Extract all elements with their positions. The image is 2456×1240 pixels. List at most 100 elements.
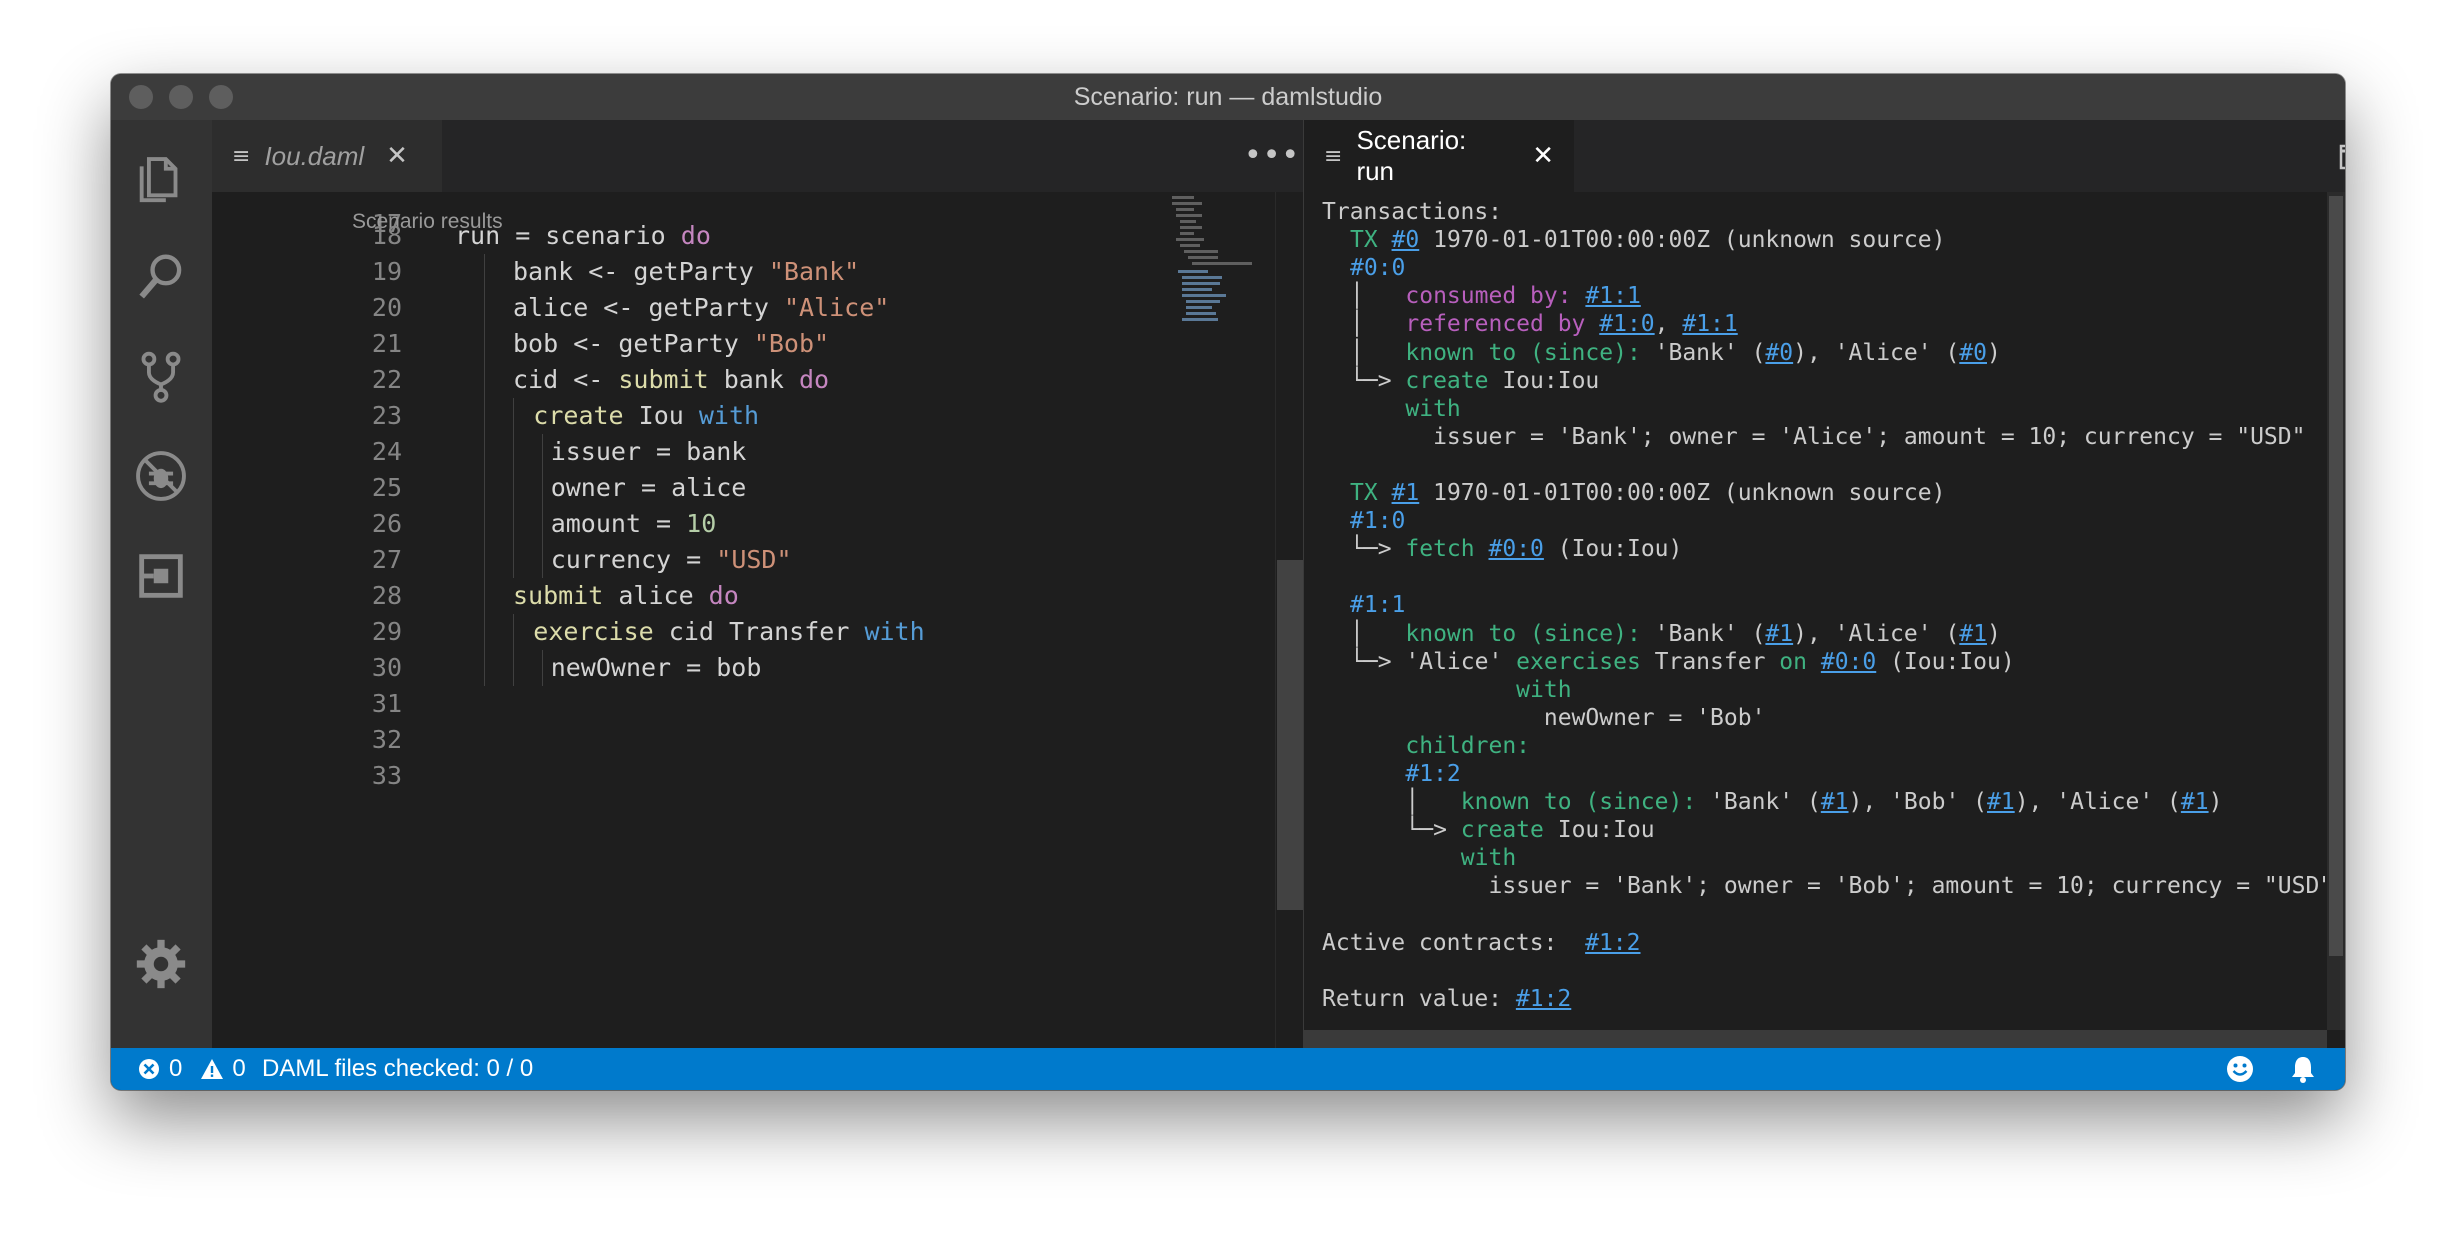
result-line: Return value: #1:2 <box>1322 985 1572 1012</box>
line-number: 26 <box>371 509 402 538</box>
window-title: Scenario: run — damlstudio <box>1073 82 1383 111</box>
contract-link[interactable]: #1 <box>1987 789 2015 815</box>
contract-link[interactable]: #0 <box>1392 227 1420 253</box>
code-text: bank <- getParty "Bank" <box>513 257 860 286</box>
file-lines-icon: ≡ <box>1324 143 1343 169</box>
minimize-window-button[interactable] <box>169 85 193 109</box>
results-horizontal-scrollbar[interactable] <box>1304 1030 2327 1048</box>
line-number: 28 <box>371 581 402 610</box>
results-scroll-thumb[interactable] <box>2329 196 2343 956</box>
line-number: 24 <box>371 437 402 466</box>
code-editor[interactable]: 17 Scenario results 18 run = scenario do 1… <box>212 192 1304 1048</box>
source-control-icon[interactable] <box>129 344 193 408</box>
line-number: 23 <box>371 401 402 430</box>
close-window-button[interactable] <box>129 85 153 109</box>
partial-line: 17 <box>371 209 402 238</box>
result-line: issuer = 'Bank'; owner = 'Alice'; amount… <box>1350 423 2306 450</box>
explorer-icon[interactable] <box>129 144 193 208</box>
contract-link[interactable]: #0:0 <box>1489 536 1544 562</box>
result-line: │ known to (since): 'Bank' (#1), 'Bob' (… <box>1350 789 2223 816</box>
result-line: └─> 'Alice' exercises Transfer on #0:0 (… <box>1350 648 2015 675</box>
contract-link[interactable]: #1:2 <box>1516 986 1571 1012</box>
tab-scenario-run[interactable]: ≡ Scenario: run ✕ <box>1304 120 1574 192</box>
line-number: 19 <box>371 257 402 286</box>
result-line: └─> create Iou:Iou <box>1350 817 1655 844</box>
right-editor-group: ≡ Scenario: run ✕ ••• Transactions:TX #0… <box>1304 120 2345 1048</box>
result-line: Transactions: <box>1322 199 1503 225</box>
editor-scroll-thumb[interactable] <box>1277 560 1303 910</box>
code-text: currency = "USD" <box>550 545 792 574</box>
left-tab-bar: ≡ Iou.daml ✕ ••• <box>212 120 1303 192</box>
close-tab-icon[interactable]: ✕ <box>1532 141 1554 171</box>
title-bar: Scenario: run — damlstudio <box>111 74 2345 120</box>
result-line: #0:0 <box>1350 255 1406 282</box>
result-line: with <box>1516 676 1572 703</box>
split-editor-icon[interactable] <box>2339 144 2345 170</box>
result-line: │ known to (since): 'Bank' (#0), 'Alice'… <box>1350 339 2001 366</box>
warning-count: 0 <box>232 1055 246 1082</box>
result-line: │ referenced by #1:0, #1:1 <box>1350 311 1738 338</box>
status-bar: 0 0 DAML files checked: 0 / 0 <box>111 1048 2345 1090</box>
result-line: TX #0 1970-01-01T00:00:00Z (unknown sour… <box>1350 227 1946 254</box>
line-number: 18 <box>371 221 402 250</box>
code-text: create Iou with <box>533 401 760 430</box>
minimap[interactable] <box>1172 194 1267 324</box>
problems-indicator[interactable]: 0 0 <box>137 1048 246 1090</box>
error-count: 0 <box>169 1055 183 1082</box>
code-text: bob <- getParty "Bob" <box>513 329 830 358</box>
result-line: │ consumed by: #1:1 <box>1350 283 1641 310</box>
result-line: children: <box>1405 732 1531 759</box>
line-number: 20 <box>371 293 402 322</box>
left-editor-group: ≡ Iou.daml ✕ ••• 17 Scenario results 18 r… <box>212 120 1304 1048</box>
error-icon <box>139 1059 159 1079</box>
contract-link[interactable]: #1 <box>1959 621 1987 647</box>
code-text: exercise cid Transfer with <box>533 617 925 646</box>
line-number: 22 <box>371 365 402 394</box>
contract-link[interactable]: #1 <box>1821 789 1849 815</box>
result-line: Active contracts: #1:2 <box>1322 929 1641 956</box>
result-line: with <box>1460 845 1517 872</box>
line-number: 33 <box>371 761 402 790</box>
code-text: run = scenario do <box>455 221 711 250</box>
extensions-icon[interactable] <box>129 544 193 608</box>
contract-link[interactable]: #1 <box>2181 789 2209 815</box>
debug-icon[interactable] <box>129 444 193 508</box>
contract-link[interactable]: #1 <box>1765 621 1793 647</box>
code-text: cid <- submit bank do <box>513 365 830 394</box>
contract-link[interactable]: #0:0 <box>1821 649 1876 675</box>
more-actions-icon[interactable]: ••• <box>1244 138 1300 173</box>
indent-guide <box>484 254 485 686</box>
result-line: #1:0 <box>1350 508 1406 535</box>
close-tab-icon[interactable]: ✕ <box>386 141 408 171</box>
indent-guide <box>542 650 543 686</box>
contract-link[interactable]: #1:0 <box>1599 311 1654 337</box>
scenario-results-view[interactable]: Transactions: TX #0 1970-01-01T00:00:00Z … <box>1304 192 2345 1012</box>
right-tab-bar: ≡ Scenario: run ✕ ••• <box>1304 120 2345 192</box>
feedback-smiley-icon[interactable] <box>2225 1048 2255 1090</box>
indent-guide <box>542 434 543 578</box>
code-text: issuer = bank <box>550 437 747 466</box>
indent-guide <box>513 398 514 578</box>
line-number: 21 <box>371 329 402 358</box>
contract-link[interactable]: #1:1 <box>1682 311 1737 337</box>
notifications-bell-icon[interactable] <box>2289 1048 2317 1090</box>
contract-link[interactable]: #1 <box>1392 480 1420 506</box>
result-line: #1:1 <box>1350 592 1406 619</box>
contract-link[interactable]: #1:2 <box>1585 930 1640 956</box>
result-line: └─> fetch #0:0 (Iou:Iou) <box>1350 536 1683 563</box>
line-number: 27 <box>371 545 402 574</box>
line-number: 31 <box>371 689 402 718</box>
contract-link[interactable]: #1:1 <box>1585 283 1640 309</box>
code-text: submit alice do <box>513 581 739 610</box>
contract-link[interactable]: #0 <box>1959 340 1987 366</box>
daml-check-status[interactable]: DAML files checked: 0 / 0 <box>262 1048 533 1090</box>
zoom-window-button[interactable] <box>209 85 233 109</box>
window-controls <box>129 85 233 109</box>
tab-label: Iou.daml <box>264 140 365 171</box>
contract-link[interactable]: #0 <box>1765 340 1793 366</box>
settings-gear-icon[interactable] <box>129 932 193 996</box>
line-number: 25 <box>371 473 402 502</box>
app-window: Scenario: run — damlstudio ≡ Iou.daml ✕ … <box>111 74 2345 1090</box>
search-icon[interactable] <box>129 244 193 308</box>
result-line: TX #1 1970-01-01T00:00:00Z (unknown sour… <box>1350 480 1946 506</box>
